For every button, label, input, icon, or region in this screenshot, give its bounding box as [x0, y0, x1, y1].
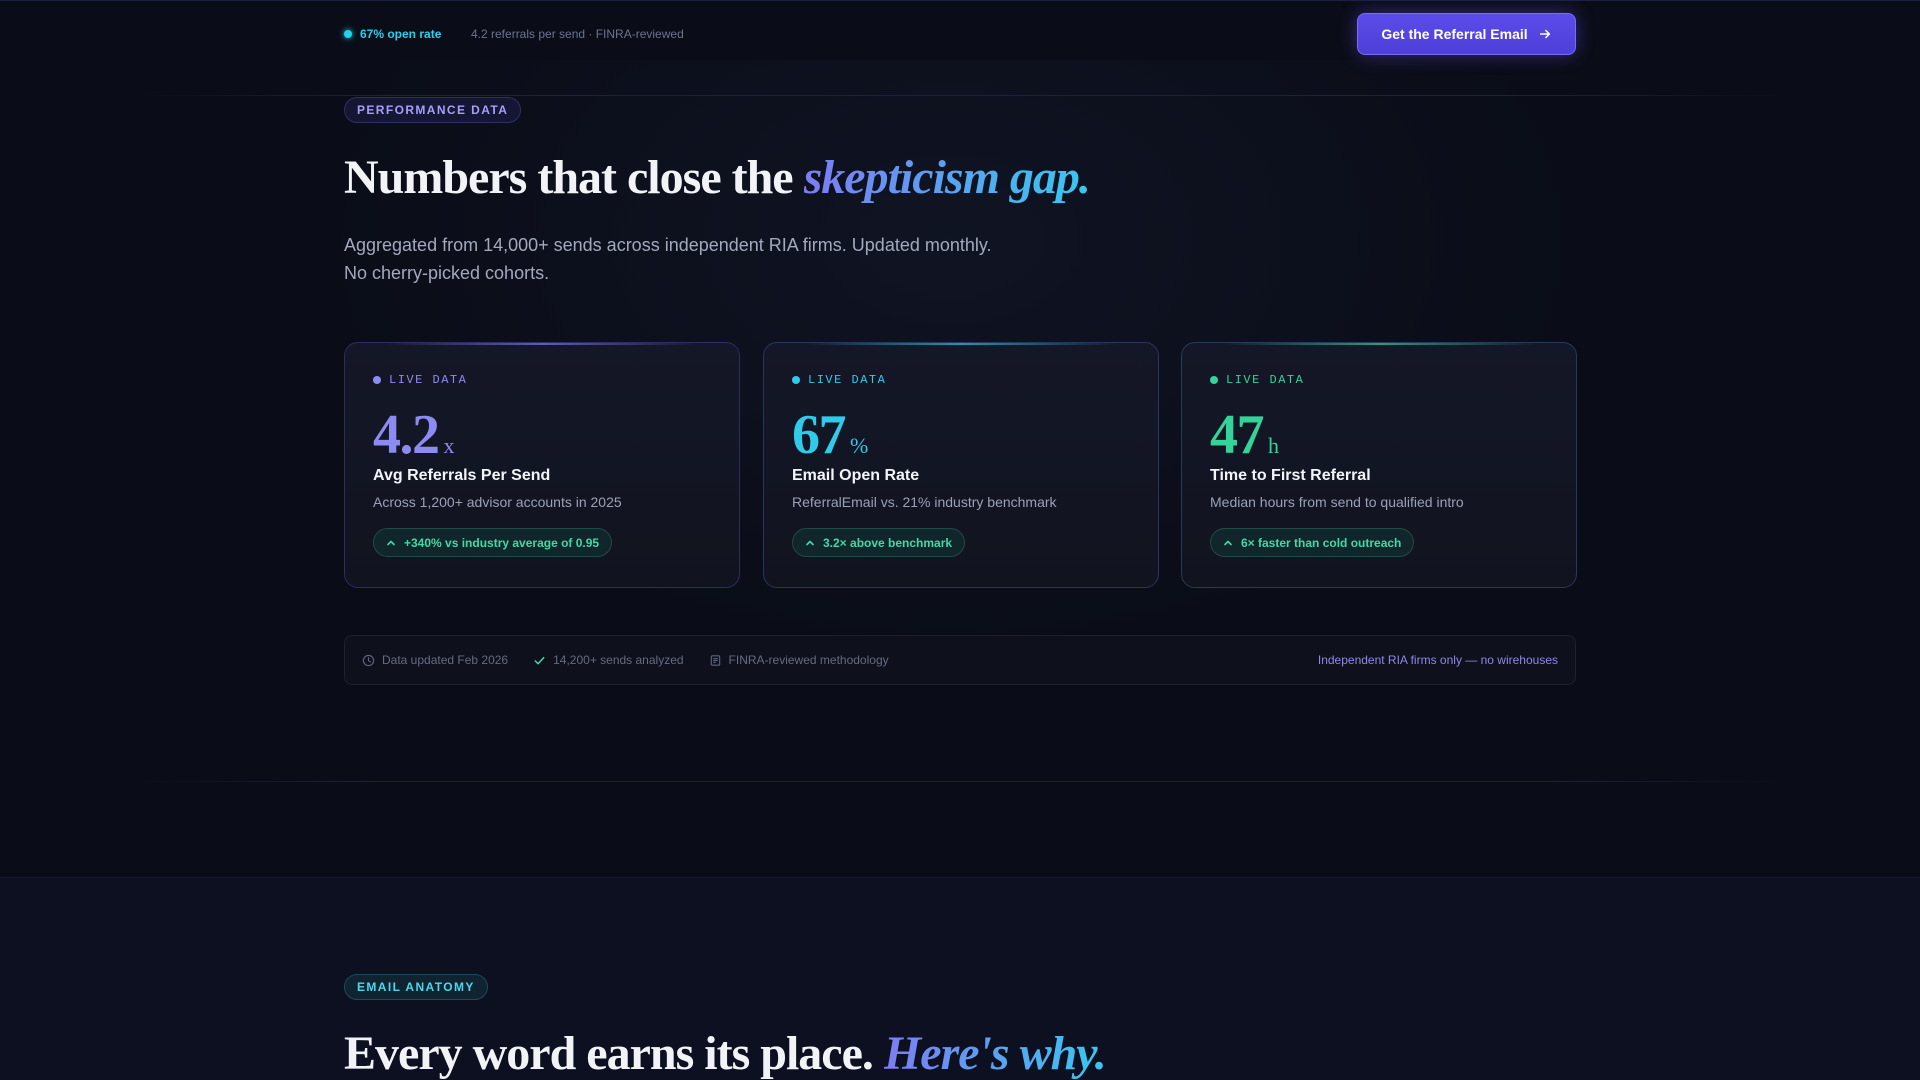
open-rate-label: 67% open rate: [360, 27, 442, 41]
check-icon: [534, 656, 545, 664]
chevron-up-icon: [387, 540, 395, 545]
stat-title: Avg Referrals Per Send: [373, 467, 551, 484]
stat-card-referrals: LIVE DATA 4.2 x Avg Referrals Per Send Ac…: [344, 342, 740, 588]
methodology-item: FINRA-reviewed methodology: [709, 653, 889, 667]
stat-description: Across 1,200+ advisor accounts in 2025: [373, 494, 622, 510]
arrow-right-icon: [1539, 29, 1550, 39]
stat-badge: +340% vs industry average of 0.95: [373, 528, 613, 557]
data-updated-item: Data updated Feb 2026: [362, 653, 508, 667]
stat-description: ReferralEmail vs. 21% industry benchmark: [792, 494, 1057, 510]
badge-text: +340% vs industry average of 0.95: [404, 535, 600, 550]
stat-value: 4.2 x: [373, 403, 455, 467]
live-dot: [373, 376, 381, 384]
live-dot: [1210, 376, 1218, 384]
performance-headline: Numbers that close the skepticism gap.: [344, 150, 1091, 205]
independent-ria-note: Independent RIA firms only — no wirehous…: [1317, 653, 1558, 667]
headline-emphasis: Here's why.: [883, 1027, 1107, 1080]
badge-text: 6× faster than cold outreach: [1241, 535, 1402, 550]
stat-number: 4.2: [373, 404, 440, 466]
stat-number: 67: [792, 404, 847, 466]
headline-text: Numbers that close the: [344, 151, 804, 204]
stat-unit: %: [850, 433, 869, 458]
email-anatomy-eyebrow: EMAIL ANATOMY: [344, 974, 488, 1000]
live-text: LIVE DATA: [808, 373, 887, 387]
stat-value: 47 h: [1210, 403, 1279, 467]
sends-analyzed-text: 14,200+ sends analyzed: [553, 653, 684, 667]
open-rate-stat: 67% open rate: [344, 27, 441, 41]
subtitle-line-1: Aggregated from 14,000+ sends across ind…: [344, 235, 992, 255]
get-referral-email-button[interactable]: Get the Referral Email: [1357, 13, 1576, 55]
document-icon: [710, 654, 720, 666]
stat-title: Time to First Referral: [1210, 467, 1371, 484]
stat-description: Median hours from send to qualified intr…: [1210, 494, 1464, 510]
methodology-text: FINRA-reviewed methodology: [728, 653, 889, 667]
data-updated-text: Data updated Feb 2026: [382, 653, 509, 667]
stat-badge: 3.2× above benchmark: [792, 528, 966, 557]
live-text: LIVE DATA: [1226, 373, 1305, 387]
live-data-label: LIVE DATA: [792, 373, 886, 387]
data-provenance-bar: Data updated Feb 2026 14,200+ sends anal…: [344, 635, 1576, 685]
stat-value: 67%: [792, 403, 868, 467]
chevron-up-icon: [806, 540, 814, 545]
live-dot: [792, 376, 800, 384]
subtitle-line-2: No cherry-picked cohorts.: [344, 263, 550, 283]
performance-data-eyebrow: PERFORMANCE DATA: [344, 97, 522, 123]
chevron-up-icon: [1224, 540, 1232, 545]
clock-icon: [362, 654, 375, 666]
stat-number: 47: [1210, 404, 1265, 466]
badge-text: 3.2× above benchmark: [823, 535, 953, 550]
headline-text: Every word earns its place.: [344, 1027, 884, 1080]
live-data-label: LIVE DATA: [373, 373, 467, 387]
status-dot: [344, 30, 352, 38]
topbar-meta: 4.2 referrals per send · FINRA-reviewed: [471, 27, 684, 41]
performance-subtitle: Aggregated from 14,000+ sends across ind…: [344, 231, 1044, 287]
sends-analyzed-item: 14,200+ sends analyzed: [533, 653, 684, 667]
live-text: LIVE DATA: [389, 373, 468, 387]
headline-emphasis: skepticism gap.: [803, 151, 1091, 204]
stat-unit: x: [443, 433, 455, 458]
stat-badge: 6× faster than cold outreach: [1210, 528, 1415, 557]
email-anatomy-headline: Every word earns its place. Here's why.: [344, 1026, 1107, 1080]
section-divider: [130, 95, 1790, 96]
stat-card-time-to-referral: LIVE DATA 47 h Time to First Referral Med…: [1181, 342, 1577, 588]
stat-card-open-rate: LIVE DATA 67% Email Open Rate ReferralEm…: [763, 342, 1159, 588]
section-divider: [130, 781, 1790, 782]
stat-title: Email Open Rate: [792, 467, 920, 484]
top-bar: 67% open rate 4.2 referrals per send · F…: [0, 0, 1920, 68]
live-data-label: LIVE DATA: [1210, 373, 1304, 387]
cta-label: Get the Referral Email: [1381, 26, 1528, 42]
stat-unit: h: [1268, 433, 1279, 458]
